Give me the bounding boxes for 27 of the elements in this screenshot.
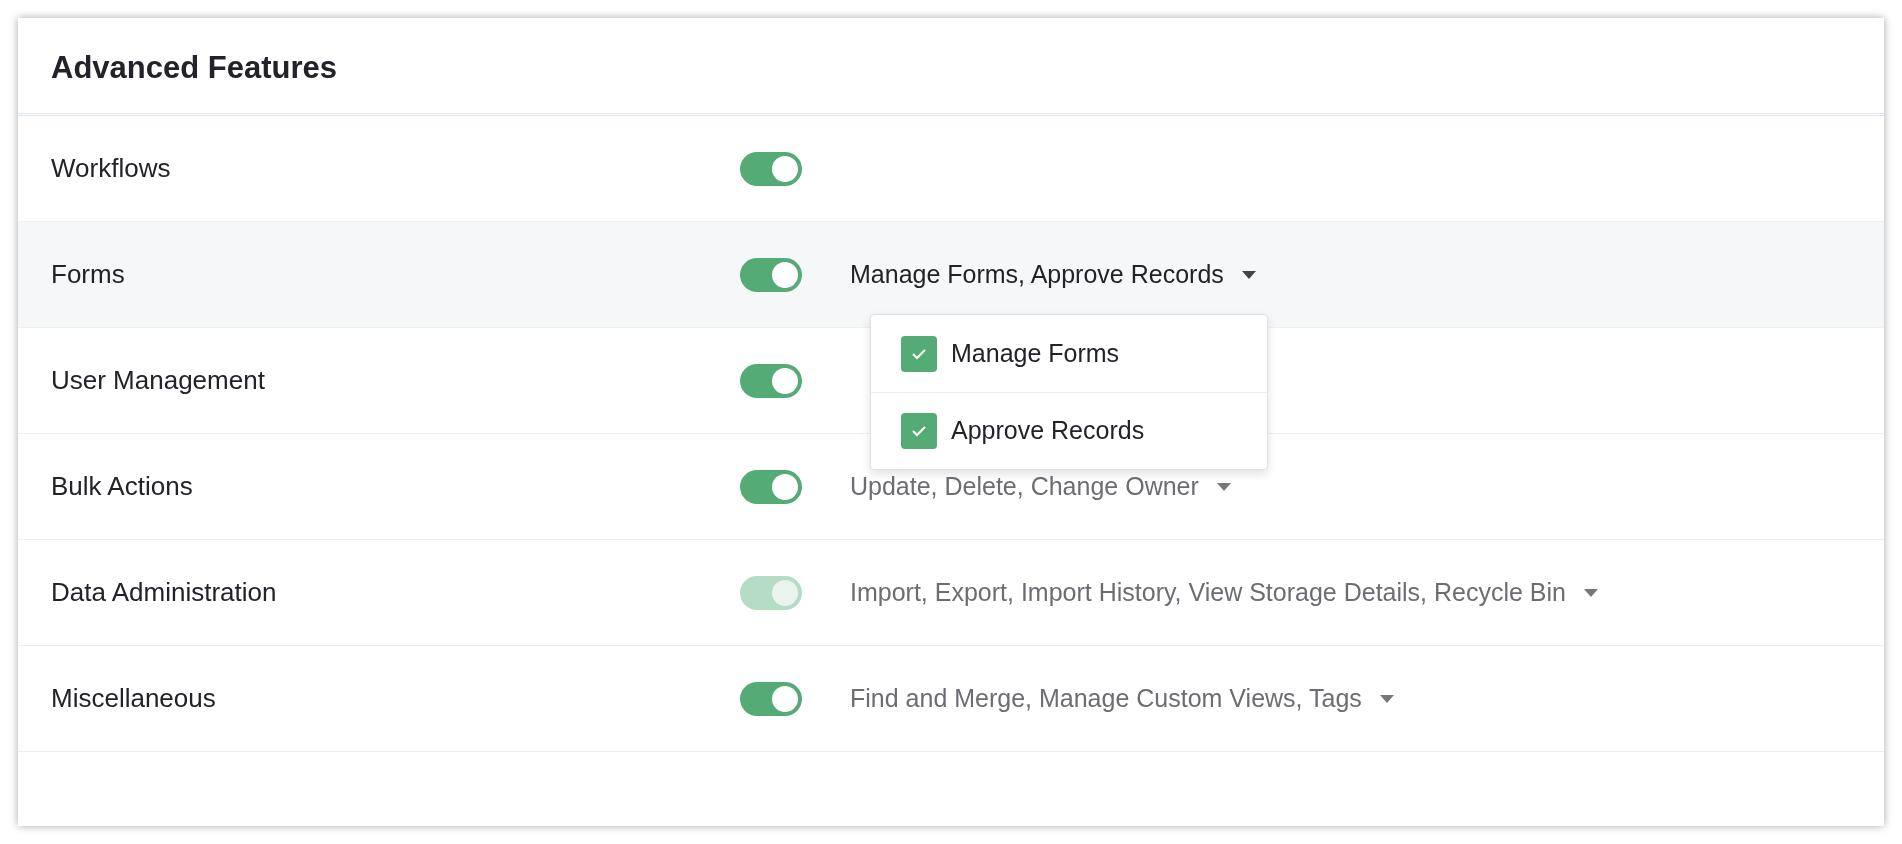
option-label: Approve Records [951,415,1145,447]
feature-label: Data Administration [50,576,278,609]
checkbox[interactable] [901,413,937,449]
caret-icon [1216,482,1231,491]
checkmark-icon [911,347,927,360]
option-label: Manage Forms [951,337,1120,369]
panel-title: Advanced Features [51,49,337,88]
menu-option[interactable]: Approve Records [871,392,1267,469]
feature-label: Forms [50,258,126,291]
toggle-switch[interactable] [740,151,802,186]
toggle-switch[interactable] [740,469,802,504]
toggle-switch[interactable] [740,363,802,398]
caret-icon [1241,270,1256,279]
feature-label: User Management [50,364,266,397]
caret-icon [1584,588,1598,597]
feature-label: Workflows [50,152,172,185]
caret-icon [1379,694,1394,703]
checkbox[interactable] [901,335,937,372]
permissions-dropdown[interactable]: Update, Delete, Change Owner [850,467,1231,506]
permissions-dropdown[interactable]: Manage Forms, Approve Records [850,255,1256,294]
toggle-switch[interactable] [740,257,802,292]
toggle-switch[interactable] [740,681,802,716]
menu-option[interactable]: Manage Forms [871,315,1267,392]
feature-label: Bulk Actions [50,470,194,503]
checkmark-icon [911,425,927,437]
permissions-dropdown[interactable]: Find and Merge, Manage Custom Views, Tags [850,679,1394,718]
feature-label: Miscellaneous [50,682,217,715]
